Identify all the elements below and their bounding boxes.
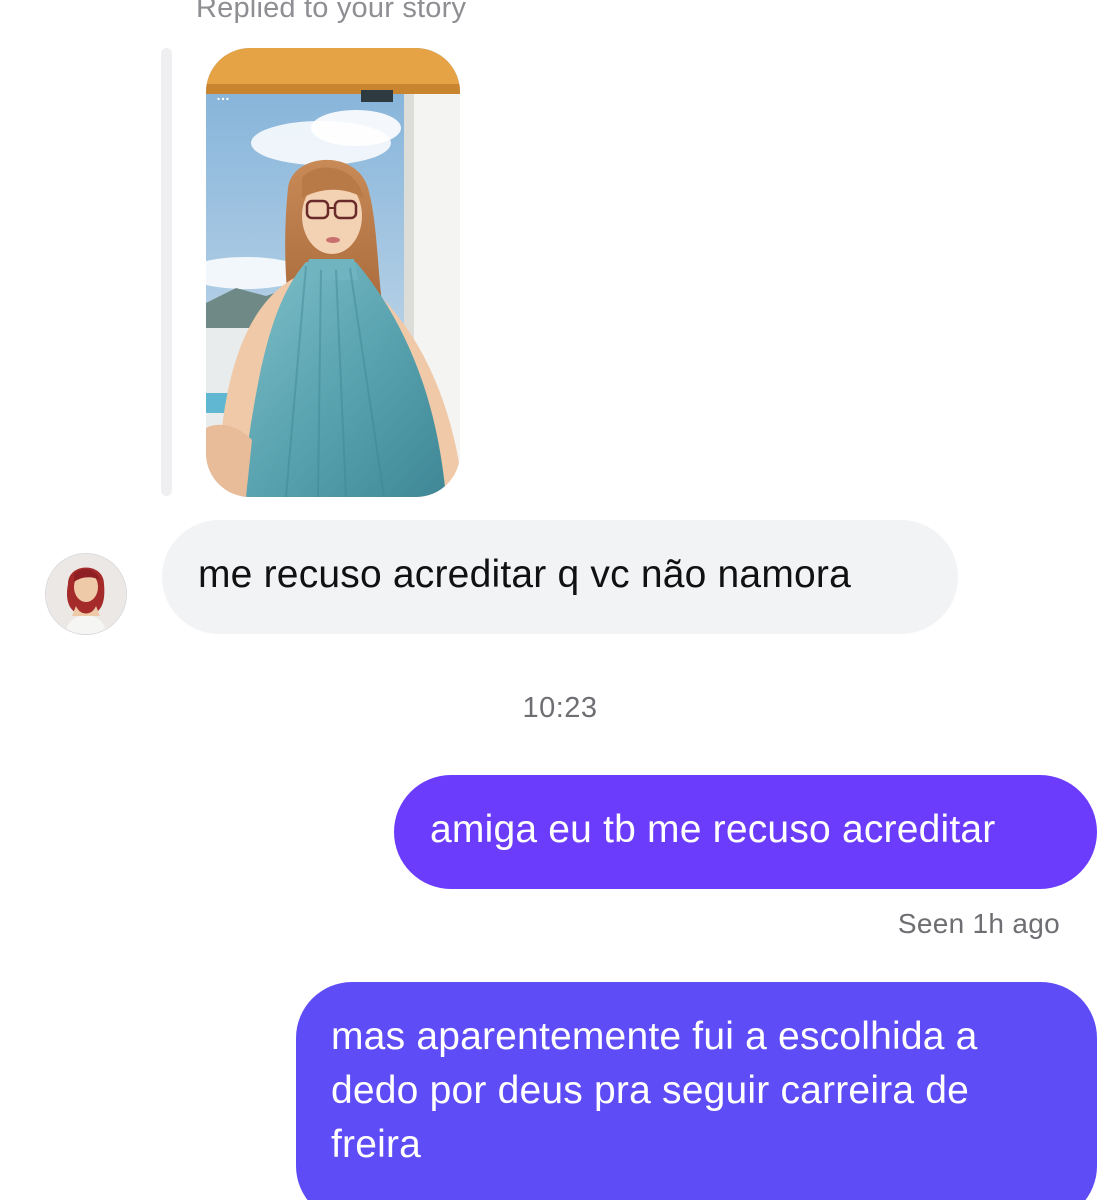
received-message[interactable]: me recuso acreditar q vc não namora [162,520,958,634]
sent-message[interactable]: mas aparentemente fui a escolhida a dedo… [296,982,1097,1200]
message-timestamp: 10:23 [522,692,598,724]
story-more-icon[interactable]: … [216,87,230,103]
sent-message[interactable]: amiga eu tb me recuso acreditar [394,775,1097,889]
story-thumbnail[interactable]: … [206,48,460,497]
replied-to-story-label: Replied to your story [196,0,467,24]
sender-avatar[interactable] [46,554,126,634]
dm-conversation: Replied to your story … me recuso acredi… [0,0,1120,1200]
reply-quote-bar [161,48,172,496]
seen-status: Seen 1h ago [897,908,1060,939]
